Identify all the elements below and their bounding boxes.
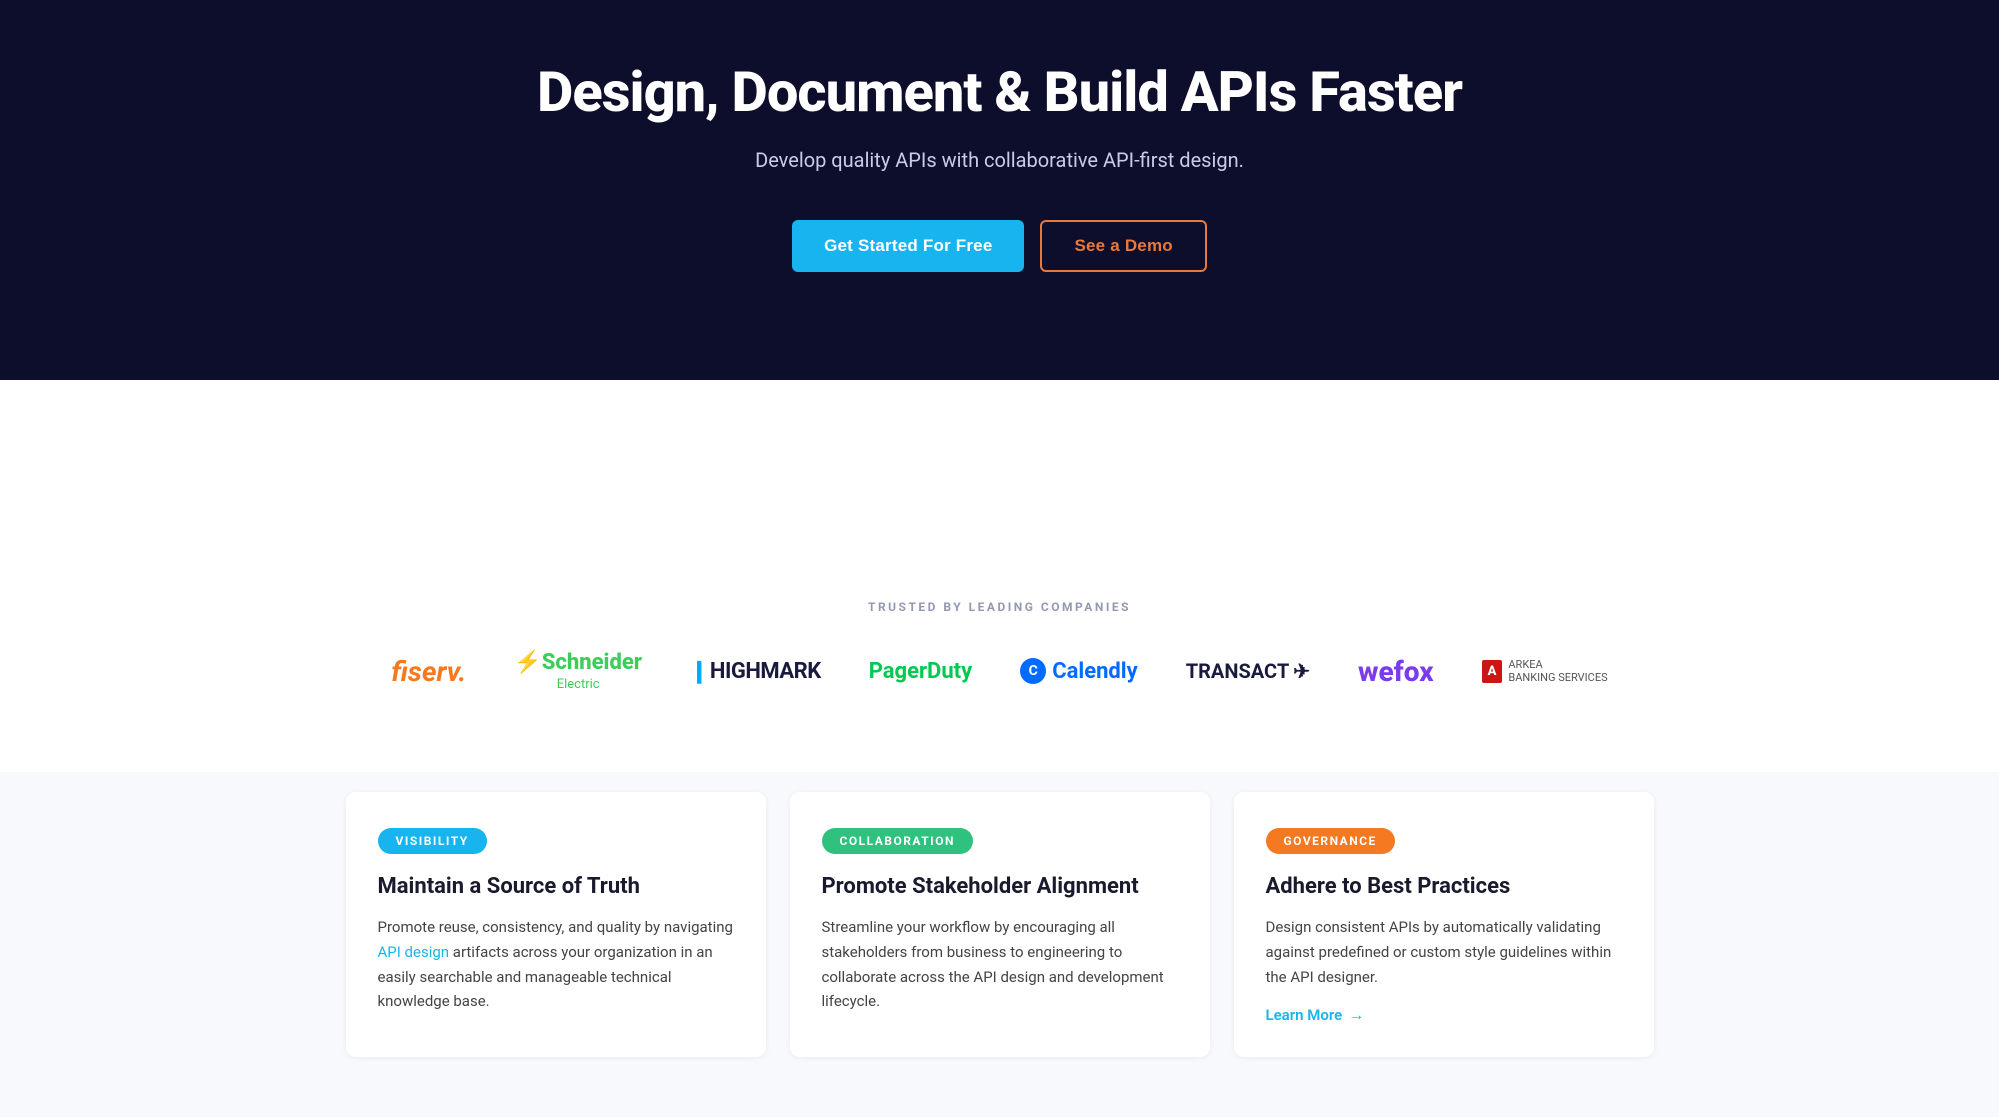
badge-visibility: VISIBILITY: [378, 828, 487, 854]
card-visibility: VISIBILITY Maintain a Source of Truth Pr…: [346, 792, 766, 1057]
badge-governance: GOVERNANCE: [1266, 828, 1395, 854]
learn-more-link[interactable]: Learn More →: [1266, 1005, 1622, 1025]
trusted-label: TRUSTED BY LEADING COMPANIES: [40, 600, 1959, 614]
cards-section: VISIBILITY Maintain a Source of Truth Pr…: [0, 772, 1999, 1117]
hero-title: Design, Document & Build APIs Faster: [20, 60, 1979, 124]
logo-arkea: A ARKEABANKING SERVICES: [1482, 658, 1608, 684]
card-governance-description: Design consistent APIs by automatically …: [1266, 915, 1622, 989]
arrow-right-icon: →: [1348, 1005, 1364, 1025]
logo-schneider-electric: ⚡Schneider Electric: [514, 650, 642, 692]
card-collaboration-description: Streamline your workflow by encouraging …: [822, 915, 1178, 1014]
hero-subtitle: Develop quality APIs with collaborative …: [20, 148, 1979, 172]
logo-transact: TRANSACT✈: [1186, 659, 1310, 683]
card-visibility-description: Promote reuse, consistency, and quality …: [378, 915, 734, 1014]
see-demo-button[interactable]: See a Demo: [1040, 220, 1206, 272]
logo-fiserv: fiserv.: [391, 655, 466, 688]
card-governance: GOVERNANCE Adhere to Best Practices Desi…: [1234, 792, 1654, 1057]
badge-collaboration: COLLABORATION: [822, 828, 973, 854]
logos-row: fiserv. ⚡Schneider Electric ❙HIGHMARK Pa…: [40, 650, 1959, 692]
trusted-section: TRUSTED BY LEADING COMPANIES fiserv. ⚡Sc…: [0, 540, 1999, 772]
get-started-button[interactable]: Get Started For Free: [792, 220, 1024, 272]
card-collaboration-title: Promote Stakeholder Alignment: [822, 874, 1178, 899]
hero-section: Design, Document & Build APIs Faster Dev…: [0, 0, 1999, 380]
logo-calendly: C Calendly: [1020, 658, 1138, 684]
logo-highmark: ❙HIGHMARK: [690, 659, 821, 684]
logo-pagerduty: PagerDuty: [869, 659, 972, 684]
hero-buttons: Get Started For Free See a Demo: [20, 220, 1979, 272]
card-visibility-title: Maintain a Source of Truth: [378, 874, 734, 899]
learn-more-label: Learn More: [1266, 1006, 1343, 1024]
card-governance-title: Adhere to Best Practices: [1266, 874, 1622, 899]
card-collaboration: COLLABORATION Promote Stakeholder Alignm…: [790, 792, 1210, 1057]
logo-wefox: wefox: [1358, 655, 1434, 688]
wave-divider: [0, 380, 1999, 540]
